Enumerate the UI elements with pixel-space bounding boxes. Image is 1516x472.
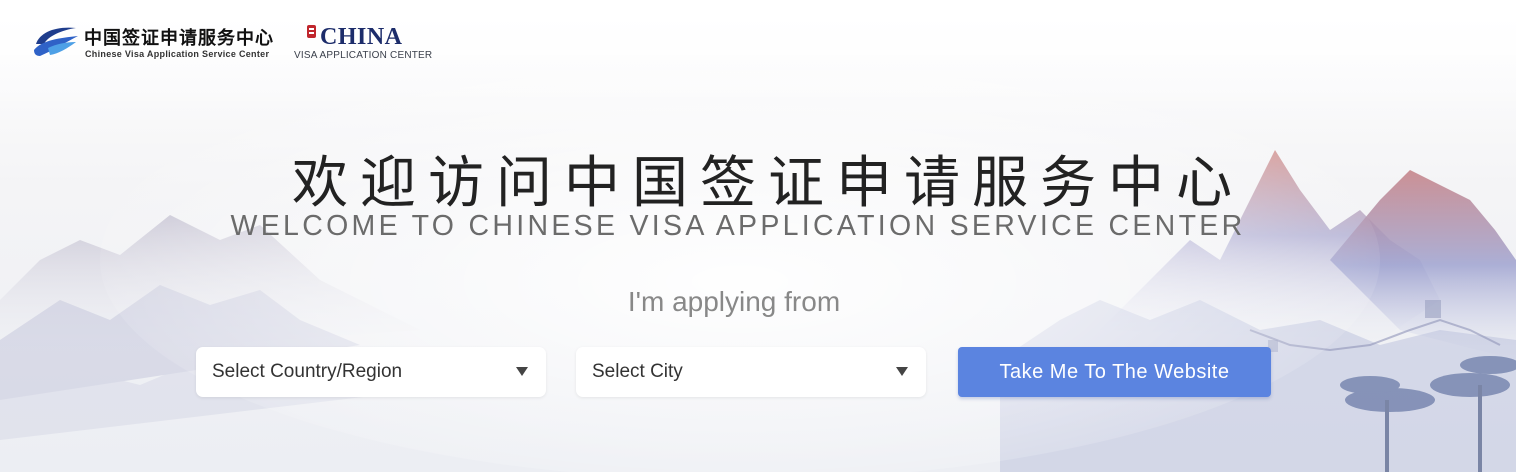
applying-from-label: I'm applying from	[627, 286, 841, 317]
hero-section: 欢迎访问中国签证申请服务中心 WELCOME TO CHINESE VISA A…	[0, 0, 1516, 472]
city-select-value: Select City	[592, 361, 683, 382]
take-me-to-website-button[interactable]: Take Me To The Website	[958, 347, 1271, 397]
welcome-title-chinese: 欢迎访问中国签证申请服务中心	[292, 151, 1244, 216]
caret-down-icon	[896, 367, 908, 376]
city-select[interactable]: Select City	[576, 347, 926, 397]
country-region-select[interactable]: Select Country/Region	[196, 347, 546, 397]
caret-down-icon	[516, 367, 528, 376]
country-select-value: Select Country/Region	[212, 361, 403, 382]
welcome-title-english: WELCOME TO CHINESE VISA APPLICATION SERV…	[230, 210, 1246, 242]
